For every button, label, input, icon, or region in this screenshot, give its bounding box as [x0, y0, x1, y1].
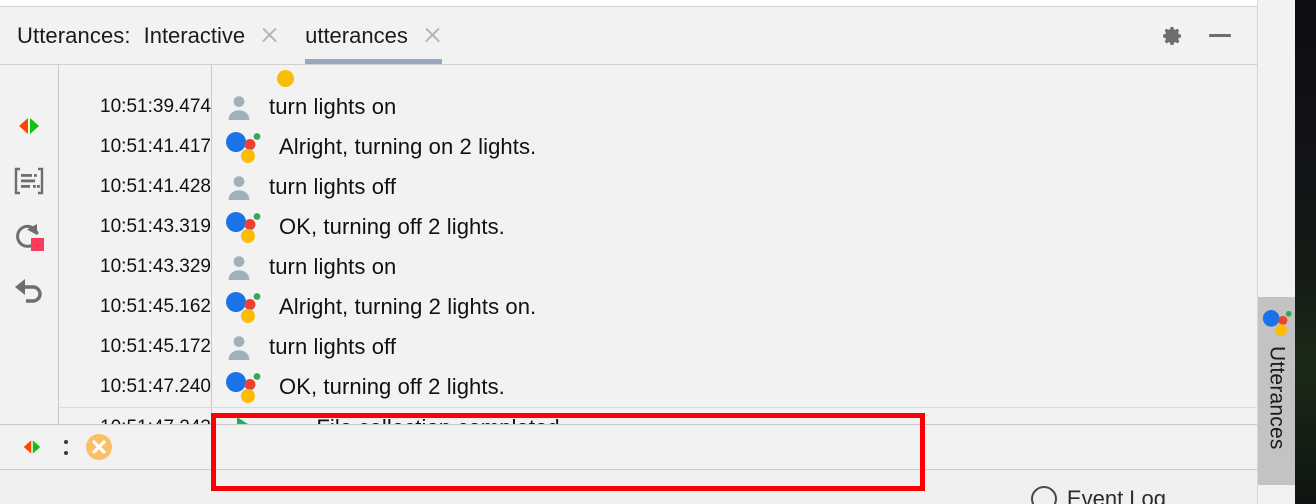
row-timestamp: 10:51:43.329 — [100, 256, 211, 277]
row-message: turn lights off — [221, 173, 1316, 201]
row-text: turn lights on — [269, 254, 397, 279]
desktop-background-edge — [1295, 0, 1316, 504]
minimize-icon — [1209, 34, 1231, 37]
toolbar-rerun[interactable] — [12, 219, 46, 253]
row-text: ----- File collection completed — [273, 415, 560, 424]
status-step-button[interactable] — [14, 434, 50, 460]
step-arrows-icon — [23, 440, 41, 454]
table-row[interactable]: 10:51:43.319 OK, turning off 2 lights. — [59, 207, 1316, 247]
soft-wrap-icon — [14, 167, 44, 195]
gear-icon — [1163, 26, 1181, 45]
row-message: Alright, turning on 2 lights. — [221, 131, 1316, 163]
toolbar-undo[interactable] — [12, 274, 46, 308]
row-timestamp: 10:51:45.162 — [100, 296, 211, 317]
row-timestamp: 10:51:39.474 — [100, 96, 211, 117]
close-icon[interactable] — [423, 26, 442, 45]
minimize-button[interactable] — [1207, 23, 1233, 49]
assistant-icon — [221, 371, 267, 403]
tab-utterances-label: utterances — [305, 22, 408, 48]
tab-interactive-label: Interactive — [143, 22, 246, 48]
status-bar-left — [0, 434, 116, 460]
row-timestamp: 10:51:41.417 — [100, 136, 211, 157]
table-row[interactable]: 10:51:47.240 OK, turning off 2 lights. — [59, 367, 1316, 407]
close-icon[interactable] — [260, 26, 279, 45]
rerun-stop-icon — [15, 224, 44, 251]
table-row[interactable]: 10:51:41.417 Alright, turning on 2 light… — [59, 127, 1316, 167]
sidebar-item-label: Utterances — [1265, 346, 1289, 450]
sidebar-item-utterances[interactable]: Utterances — [1258, 297, 1295, 485]
row-message: turn lights on — [221, 253, 1316, 281]
row-message: OK, turning off 2 lights. — [221, 371, 1316, 403]
toolbar-step[interactable] — [12, 109, 46, 143]
status-bar — [0, 424, 1316, 470]
row-text: turn lights off — [269, 174, 397, 199]
panel-caption: Utterances: — [17, 22, 131, 48]
row-text: turn lights on — [269, 94, 397, 119]
table-row[interactable]: 10:51:45.162 Alright, turning 2 lights o… — [59, 287, 1316, 327]
left-toolbar — [0, 65, 59, 424]
person-icon — [221, 333, 267, 361]
toolbar-soft-wrap[interactable] — [12, 164, 46, 198]
table-row[interactable]: 10:51:41.428 turn lights off — [59, 167, 1316, 207]
person-icon — [221, 93, 267, 121]
row-text: OK, turning off 2 lights. — [279, 374, 505, 399]
console-area: 10:51:39.474 turn lights on 10:51:41.417 — [59, 65, 1316, 424]
scrolled-off-row — [59, 65, 1316, 87]
error-badge[interactable] — [82, 434, 116, 460]
event-log-label: Event Log — [1066, 486, 1166, 504]
tab-bar: Utterances: Interactive utterances — [0, 7, 1258, 64]
row-timestamp: 10:51:47.240 — [100, 376, 211, 397]
assistant-icon — [1262, 310, 1291, 336]
tab-interactive[interactable]: Interactive — [131, 7, 293, 64]
person-icon — [221, 253, 267, 281]
tab-utterances[interactable]: utterances — [292, 7, 455, 64]
tool-window-header: Utterances: Interactive utterances — [0, 7, 1316, 65]
row-message: turn lights off — [221, 333, 1316, 361]
utterances-tool-window: Utterances: Interactive utterances 10:51… — [0, 0, 1316, 504]
right-sidebar: Utterances — [1257, 0, 1295, 504]
table-row[interactable]: 10:51:45.172 turn lights off — [59, 327, 1316, 367]
header-actions — [1141, 23, 1257, 49]
assistant-icon-partial — [277, 70, 294, 87]
green-play-icon — [221, 415, 267, 424]
circle-icon — [1030, 486, 1057, 504]
row-text: Alright, turning 2 lights on. — [279, 294, 537, 319]
undo-arrow-icon — [15, 279, 42, 303]
row-message: ----- File collection completed — [221, 415, 1316, 424]
window-top-gutter — [0, 0, 1316, 7]
row-text: turn lights off — [269, 334, 397, 359]
row-timestamp: 10:51:45.172 — [100, 336, 211, 357]
table-row[interactable]: 10:51:39.474 turn lights on — [59, 87, 1316, 127]
row-text: Alright, turning on 2 lights. — [279, 134, 537, 159]
tool-window-body: 10:51:39.474 turn lights on 10:51:41.417 — [0, 65, 1316, 424]
row-message: turn lights on — [221, 93, 1316, 121]
vertical-dots-icon — [58, 435, 74, 459]
table-row-highlighted[interactable]: 10:51:47.243 ----- File collection compl… — [59, 407, 1316, 424]
console-output[interactable]: 10:51:39.474 turn lights on 10:51:41.417 — [59, 65, 1316, 424]
row-timestamp: 10:51:43.319 — [100, 216, 211, 237]
orange-x-icon — [86, 434, 112, 460]
assistant-icon — [221, 211, 267, 243]
row-message: OK, turning off 2 lights. — [221, 211, 1316, 243]
assistant-icon — [221, 291, 267, 323]
person-icon — [221, 173, 267, 201]
row-message: Alright, turning 2 lights on. — [221, 291, 1316, 323]
row-timestamp: 10:51:47.243 — [59, 417, 221, 424]
bottom-bar: Event Log — [0, 470, 1316, 504]
event-log-button[interactable]: Event Log — [1030, 486, 1166, 504]
table-row[interactable]: 10:51:43.329 turn lights on — [59, 247, 1316, 287]
row-timestamp: 10:51:41.428 — [100, 176, 211, 197]
settings-button[interactable] — [1159, 23, 1185, 49]
step-arrows-icon — [19, 118, 39, 134]
assistant-icon — [221, 131, 267, 163]
row-text: OK, turning off 2 lights. — [279, 214, 505, 239]
